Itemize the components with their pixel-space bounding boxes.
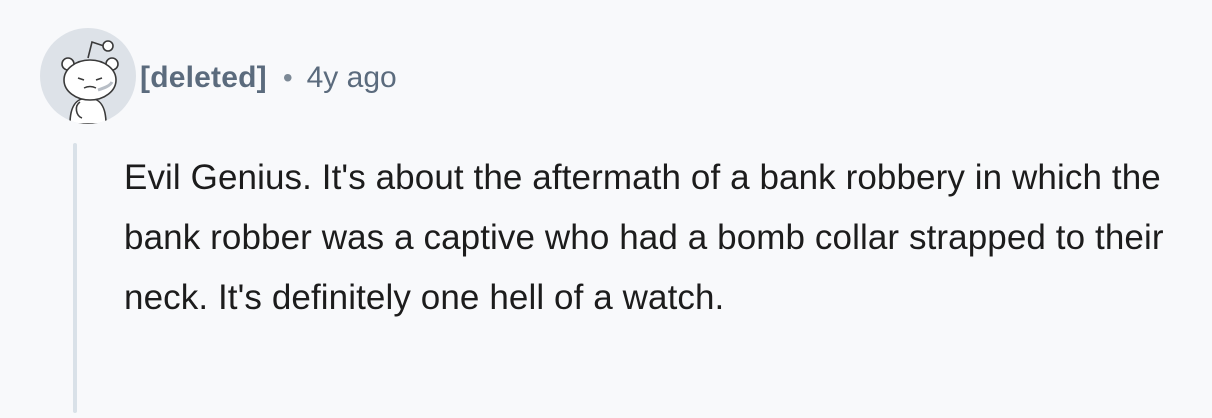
comment-timestamp[interactable]: 4y ago bbox=[307, 61, 397, 95]
avatar[interactable] bbox=[40, 28, 136, 124]
comment-body: Evil Genius. It's about the aftermath of… bbox=[124, 158, 1164, 317]
comment-meta: [deleted] • 4y ago bbox=[140, 58, 397, 98]
author-name[interactable]: [deleted] bbox=[140, 61, 267, 95]
snoo-avatar-icon bbox=[61, 40, 119, 124]
thread-line[interactable] bbox=[73, 143, 77, 413]
meta-separator: • bbox=[282, 62, 293, 93]
comment: [deleted] • 4y ago Evil Genius. It's abo… bbox=[0, 0, 1212, 418]
